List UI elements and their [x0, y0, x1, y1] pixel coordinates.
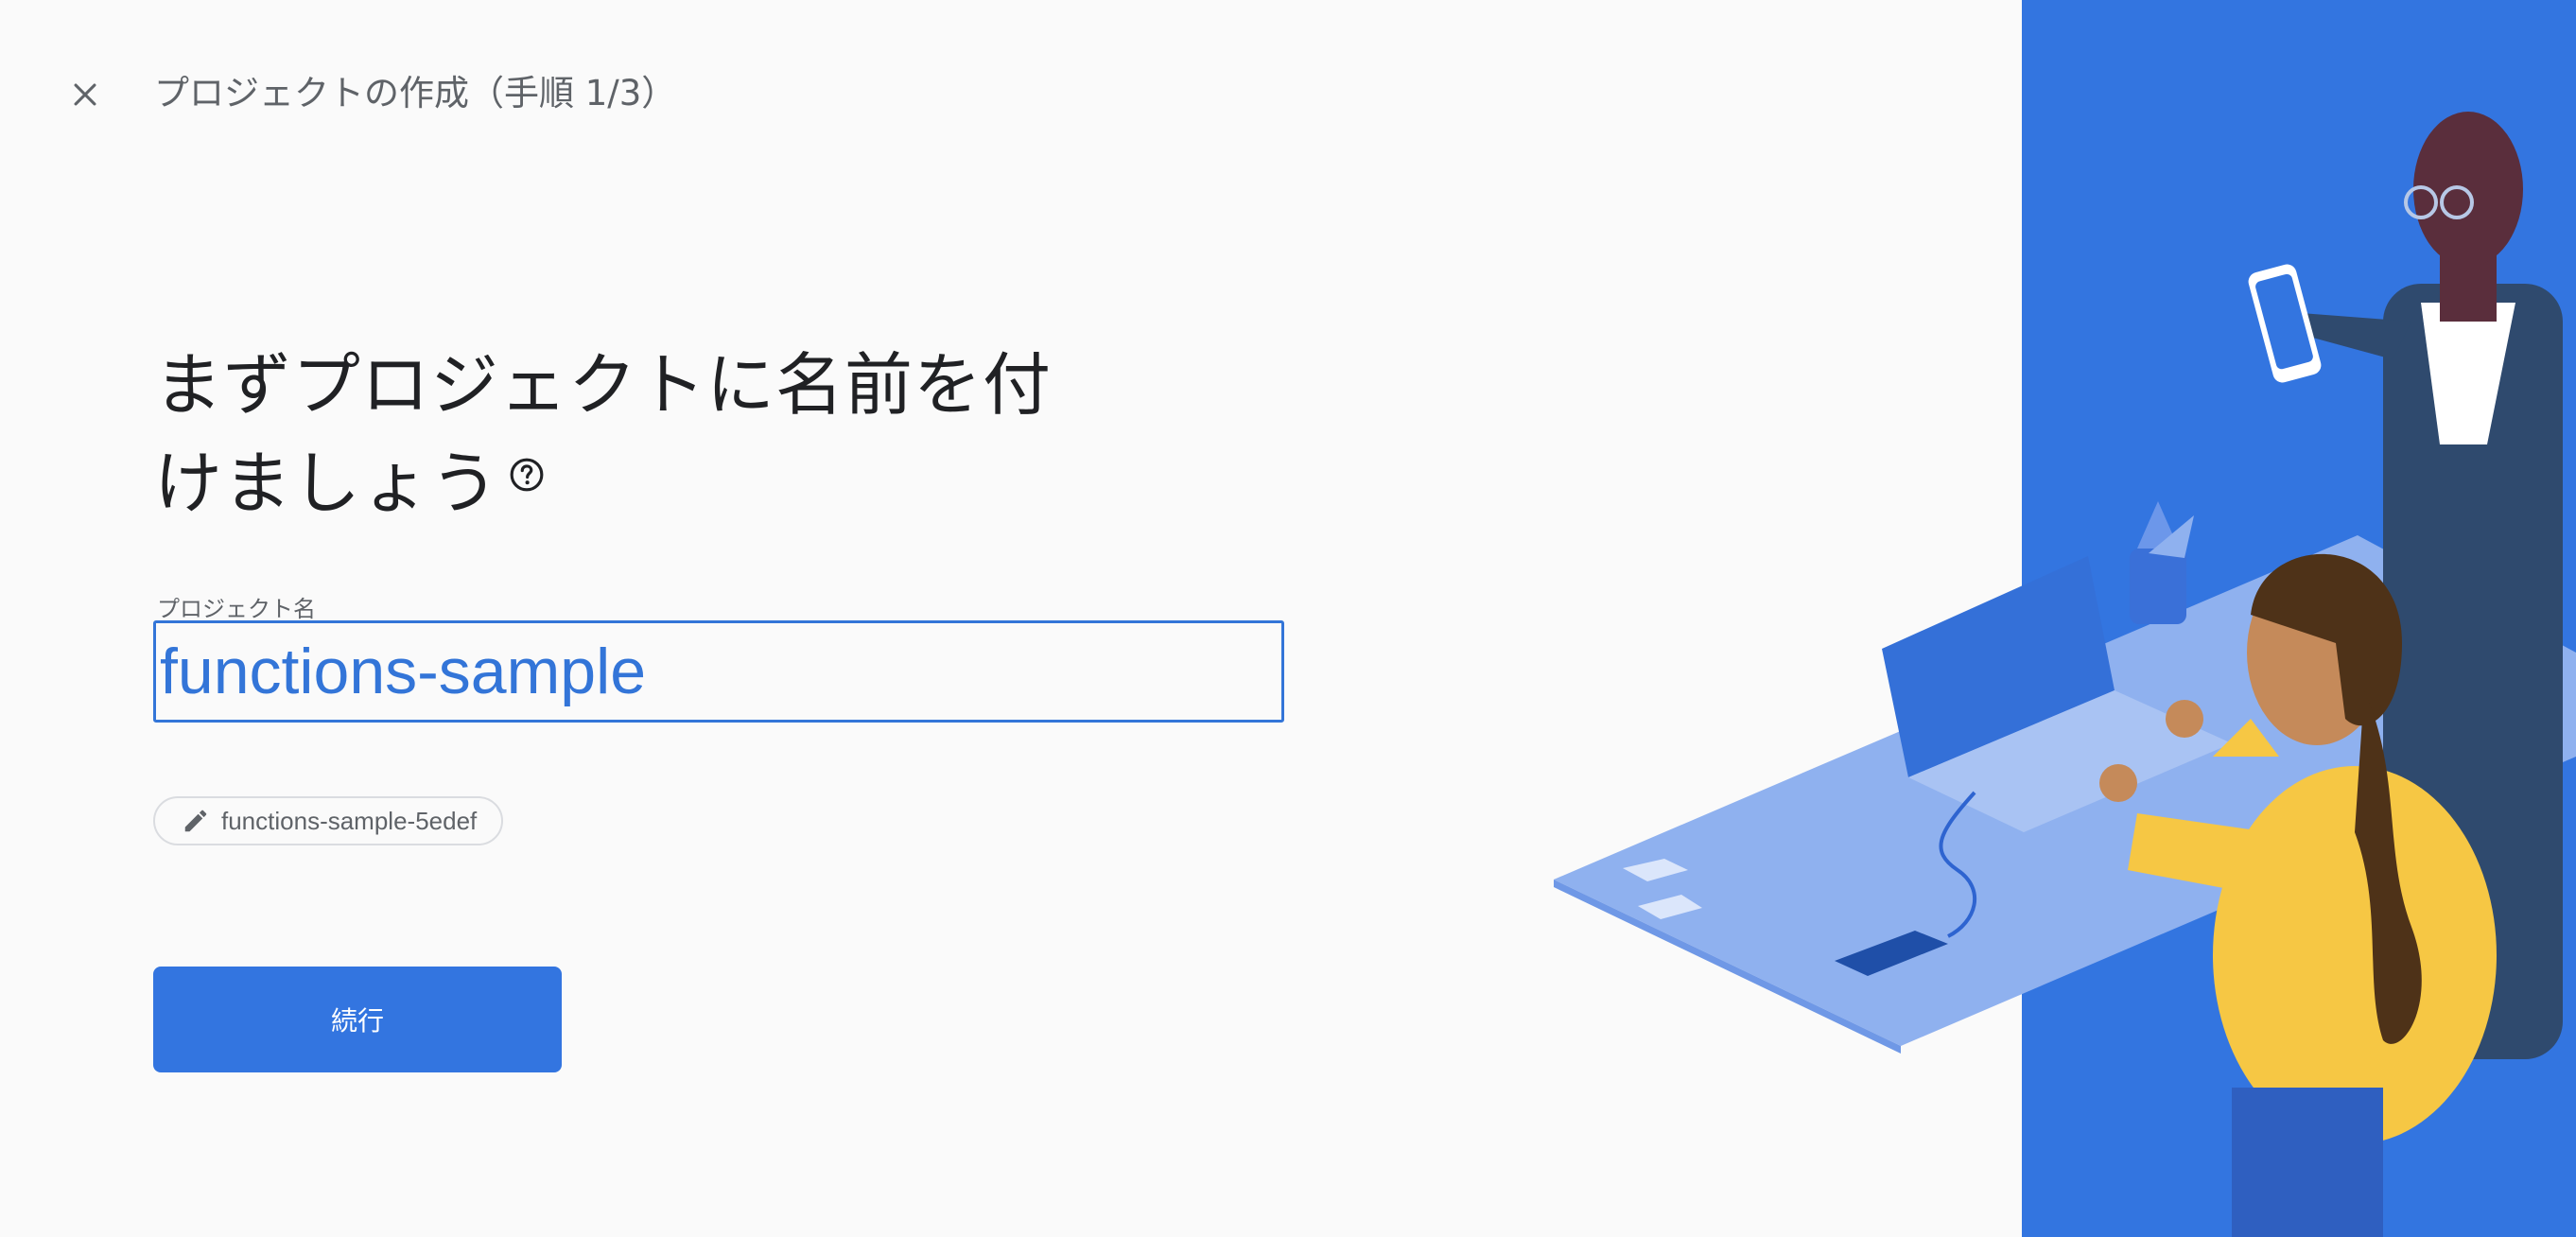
team-working-illustration	[1554, 0, 2576, 1237]
heading-line-2: けましょう	[154, 434, 1100, 532]
pencil-icon	[184, 810, 207, 832]
create-project-page: プロジェクトの作成（手順 1/3） まずプロジェクトに名前を付 けましょう プロ…	[0, 0, 2576, 1237]
close-icon	[74, 83, 96, 106]
project-name-label: プロジェクト名	[157, 596, 316, 622]
project-id-chip[interactable]: functions-sample-5edef	[153, 796, 504, 845]
heading-line-2-text: けましょう	[154, 444, 500, 523]
page-heading: まずプロジェクトに名前を付 けましょう	[154, 336, 1100, 532]
project-name-field[interactable]	[153, 620, 1284, 723]
close-button[interactable]	[57, 66, 113, 123]
heading-line-1: まずプロジェクトに名前を付	[154, 345, 1053, 425]
help-circle-icon[interactable]	[509, 457, 545, 493]
project-name-input[interactable]	[160, 623, 1247, 720]
header-title: プロジェクトの作成（手順 1/3）	[154, 73, 677, 113]
continue-button[interactable]: 続行	[153, 967, 562, 1072]
project-id-text: functions-sample-5edef	[221, 806, 478, 835]
